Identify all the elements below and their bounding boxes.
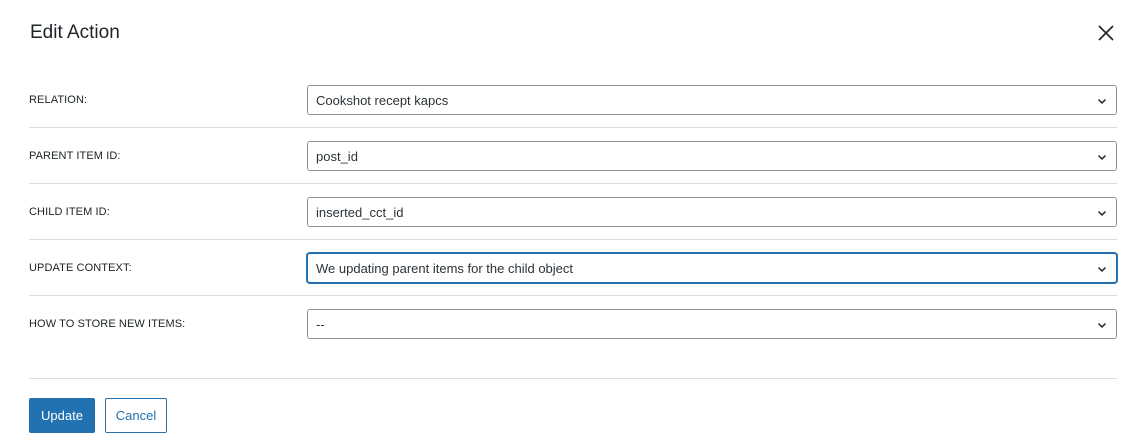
child-item-id-select[interactable]: inserted_cct_id bbox=[307, 197, 1117, 227]
update-context-label: UPDATE CONTEXT: bbox=[29, 262, 132, 274]
parent-item-id-select-value: post_id bbox=[316, 148, 358, 164]
parent-item-id-select[interactable]: post_id bbox=[307, 141, 1117, 171]
close-icon bbox=[1098, 25, 1114, 41]
child-item-id-select-value: inserted_cct_id bbox=[316, 204, 404, 220]
relation-label: RELATION: bbox=[29, 94, 88, 106]
dialog-title: Edit Action bbox=[30, 22, 120, 43]
child-item-id-label: CHILD ITEM ID: bbox=[29, 206, 110, 218]
field-row-relation: RELATION: Cookshot recept kapcs bbox=[29, 72, 1117, 128]
how-to-store-select-value: -- bbox=[316, 316, 325, 332]
chevron-down-icon bbox=[1097, 210, 1107, 217]
field-row-parent-item-id: PARENT ITEM ID: post_id bbox=[29, 128, 1117, 184]
relation-select[interactable]: Cookshot recept kapcs bbox=[307, 85, 1117, 115]
field-row-child-item-id: CHILD ITEM ID: inserted_cct_id bbox=[29, 184, 1117, 240]
chevron-down-icon bbox=[1097, 154, 1107, 161]
update-button[interactable]: Update bbox=[29, 398, 95, 433]
cancel-button[interactable]: Cancel bbox=[105, 398, 167, 433]
chevron-down-icon bbox=[1097, 98, 1107, 105]
field-row-how-to-store: HOW TO STORE NEW ITEMS: -- bbox=[29, 296, 1117, 352]
update-context-select[interactable]: We updating parent items for the child o… bbox=[307, 253, 1117, 283]
field-row-update-context: UPDATE CONTEXT: We updating parent items… bbox=[29, 240, 1117, 296]
update-context-select-value: We updating parent items for the child o… bbox=[316, 260, 574, 276]
chevron-down-icon bbox=[1097, 266, 1107, 273]
chevron-down-icon bbox=[1097, 322, 1107, 329]
footer-divider bbox=[29, 378, 1117, 379]
parent-item-id-label: PARENT ITEM ID: bbox=[29, 150, 121, 162]
relation-select-value: Cookshot recept kapcs bbox=[316, 92, 449, 108]
edit-action-dialog: Edit Action RELATION: Cookshot recept ka… bbox=[0, 0, 1145, 448]
form-rows: RELATION: Cookshot recept kapcs PARENT I… bbox=[29, 72, 1117, 352]
how-to-store-label: HOW TO STORE NEW ITEMS: bbox=[29, 318, 186, 330]
how-to-store-select[interactable]: -- bbox=[307, 309, 1117, 339]
close-button[interactable] bbox=[1094, 21, 1118, 45]
